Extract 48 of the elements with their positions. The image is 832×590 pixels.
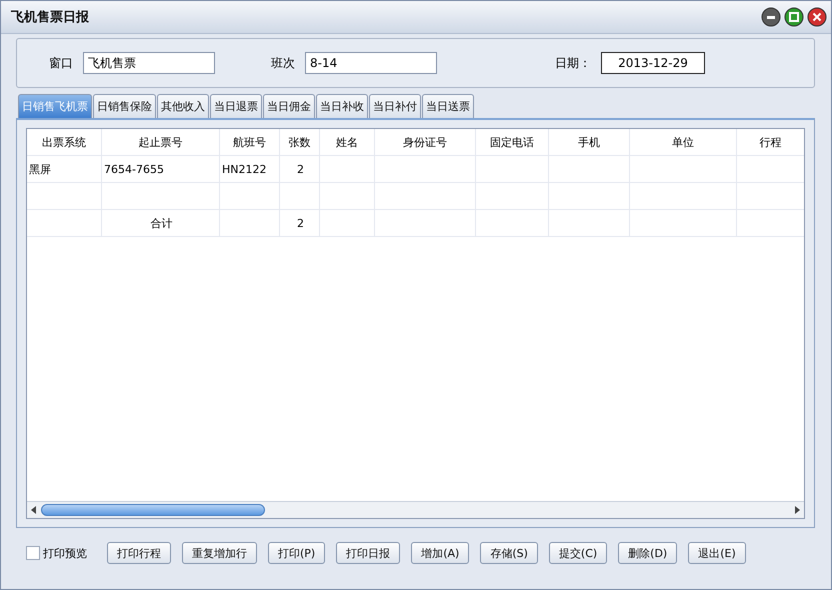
action-button[interactable]: 重复增加行 (182, 542, 257, 564)
column-header: 出票系统 (27, 129, 102, 155)
column-header: 手机 (549, 129, 630, 155)
field-label: 班次 (271, 54, 295, 72)
table-cell: 黑屏 (27, 156, 102, 182)
action-button[interactable]: 存储(S) (480, 542, 538, 564)
tab[interactable]: 其他收入 (157, 94, 209, 118)
column-header: 行程 (737, 129, 804, 155)
input-field[interactable]: 8-14 (305, 52, 437, 74)
tab[interactable]: 当日佣金 (263, 94, 315, 118)
column-header: 起止票号 (102, 129, 220, 155)
column-header: 身份证号 (375, 129, 476, 155)
tab[interactable]: 当日补收 (316, 94, 368, 118)
scroll-left-icon[interactable] (30, 506, 38, 514)
date-field[interactable]: 2013-12-29 (601, 52, 705, 74)
column-header: 张数 (280, 129, 320, 155)
field-label: 窗口 (49, 54, 73, 72)
minimize-button[interactable] (761, 7, 781, 27)
scroll-right-icon[interactable] (793, 506, 801, 514)
tab[interactable]: 当日退票 (210, 94, 262, 118)
column-header: 航班号 (220, 129, 280, 155)
table-cell: 合计 (102, 210, 220, 236)
column-header: 姓名 (320, 129, 375, 155)
print-preview-checkbox[interactable] (26, 546, 40, 560)
action-button[interactable]: 提交(C) (548, 542, 608, 564)
action-button[interactable]: 增加(A) (411, 542, 470, 564)
close-button[interactable] (807, 7, 827, 27)
action-button[interactable]: 删除(D) (618, 542, 678, 564)
scroll-thumb[interactable] (41, 504, 265, 516)
window-title: 飞机售票日报 (11, 9, 89, 26)
tab[interactable]: 日销售保险 (93, 94, 156, 118)
tab[interactable]: 当日补付 (369, 94, 421, 118)
action-button[interactable]: 打印行程 (107, 542, 171, 564)
action-button[interactable]: 退出(E) (688, 542, 746, 564)
action-button[interactable]: 打印日报 (336, 542, 400, 564)
action-button[interactable]: 打印(P) (268, 542, 326, 564)
table-cell: HN2122 (220, 156, 280, 182)
field-label: 日期： (555, 54, 591, 72)
maximize-button[interactable] (784, 7, 804, 27)
table-cell: 2 (280, 156, 320, 182)
column-header: 固定电话 (476, 129, 549, 155)
tab[interactable]: 当日送票 (422, 94, 474, 118)
input-field[interactable]: 飞机售票 (83, 52, 215, 74)
table-cell: 7654-7655 (102, 156, 220, 182)
checkbox-label: 打印预览 (43, 546, 88, 560)
table-cell: 2 (280, 210, 320, 236)
horizontal-scrollbar[interactable] (27, 501, 804, 518)
column-header: 单位 (630, 129, 737, 155)
